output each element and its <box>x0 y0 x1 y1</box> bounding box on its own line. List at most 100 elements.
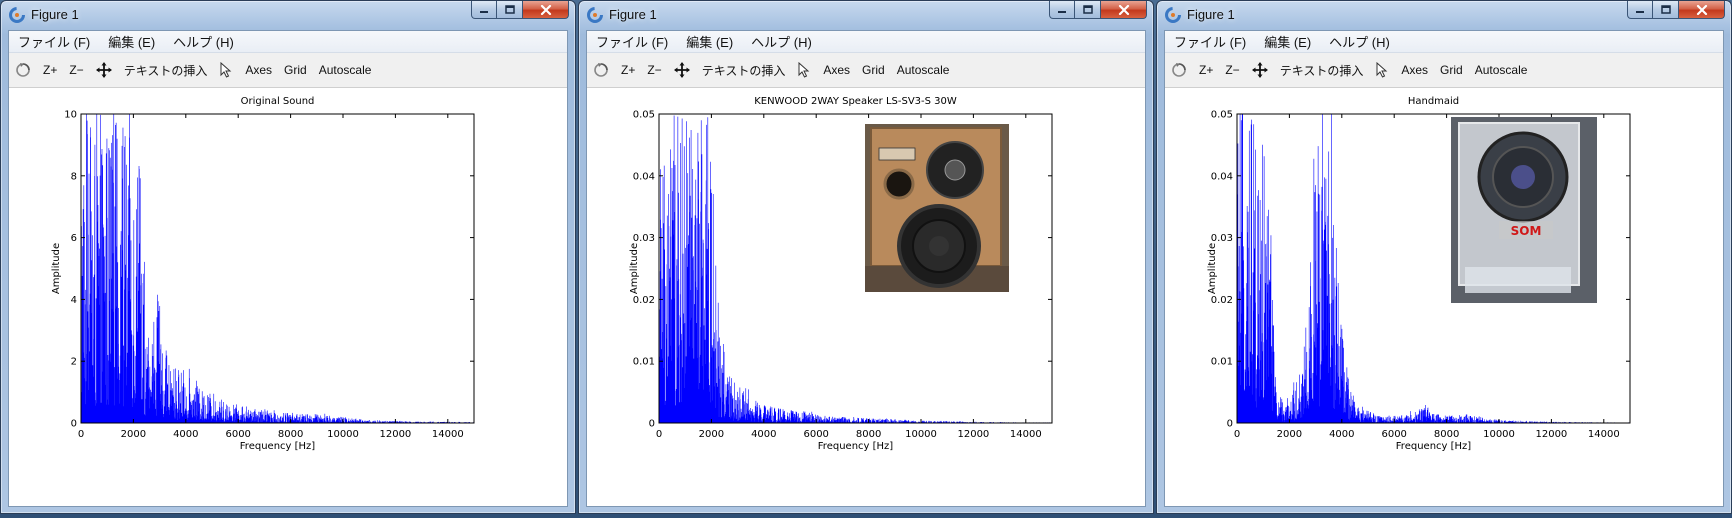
axes-button[interactable]: Axes <box>1395 58 1434 82</box>
octave-app-icon <box>9 7 25 23</box>
maximize-icon <box>1660 5 1671 14</box>
plot-canvas[interactable]: Handmaid 0 2000 4000 6000 8000 10000 12000 14000… <box>1165 88 1723 506</box>
menu-help[interactable]: ヘルプ (H) <box>1320 32 1399 51</box>
chart-title: KENWOOD 2WAY Speaker LS-SV3-S 30W <box>754 96 957 107</box>
window-titlebar[interactable]: Figure 1 <box>579 1 1153 29</box>
octave-app-icon <box>1165 7 1181 23</box>
grid-button[interactable]: Grid <box>856 58 891 82</box>
x-tick-label: 6000 <box>1381 429 1406 440</box>
pan-icon <box>1251 62 1268 78</box>
window-titlebar[interactable]: Figure 1 <box>1 1 575 29</box>
window-title: Figure 1 <box>609 7 657 22</box>
x-tick-label: 10000 <box>905 429 937 440</box>
menu-help[interactable]: ヘルプ (H) <box>164 32 243 51</box>
menu-file[interactable]: ファイル (F) <box>1165 32 1255 51</box>
maximize-icon <box>1082 5 1093 14</box>
menu-file[interactable]: ファイル (F) <box>587 32 677 51</box>
y-tick-label: 0.05 <box>1211 110 1233 121</box>
x-tick-label: 2000 <box>699 429 724 440</box>
menubar: ファイル (F) 編集 (E) ヘルプ (H) <box>1165 31 1723 53</box>
rotate-icon <box>594 63 608 77</box>
pan-icon <box>95 62 112 78</box>
x-tick-label: 0 <box>1234 429 1240 440</box>
x-tick-label: 12000 <box>379 429 411 440</box>
axes-button[interactable]: Axes <box>239 58 278 82</box>
zoom-in-button[interactable]: Z+ <box>615 58 641 82</box>
maximize-button[interactable] <box>1075 1 1101 19</box>
menu-edit[interactable]: 編集 (E) <box>677 32 742 51</box>
window-title: Figure 1 <box>31 7 79 22</box>
grid-button[interactable]: Grid <box>278 58 313 82</box>
x-axis-label: Frequency [Hz] <box>1396 441 1472 452</box>
kenwood-speaker-photo <box>865 124 1009 292</box>
zoom-out-button[interactable]: Z− <box>63 58 89 82</box>
menubar: ファイル (F) 編集 (E) ヘルプ (H) <box>587 31 1145 53</box>
x-tick-label: 8000 <box>278 429 303 440</box>
select-pointer-button[interactable] <box>791 58 817 82</box>
chart-title: Handmaid <box>1408 96 1459 107</box>
insert-text-button[interactable]: テキストの挿入 <box>696 58 792 82</box>
insert-text-button[interactable]: テキストの挿入 <box>1274 58 1370 82</box>
zoom-in-button[interactable]: Z+ <box>37 58 63 82</box>
caption-buttons <box>1049 1 1147 19</box>
figure-toolbar: Z+ Z− テキストの挿入 Axes Grid Autoscale <box>9 53 567 88</box>
autoscale-button[interactable]: Autoscale <box>891 58 956 82</box>
figure-window[interactable]: Figure 1 ファイル (F) 編集 (E) ヘルプ (H) Z+ Z− テキストの挿入… <box>0 0 576 514</box>
minimize-icon <box>1636 10 1644 13</box>
pan-icon <box>673 62 690 78</box>
rotate-button[interactable] <box>9 58 37 82</box>
menu-file[interactable]: ファイル (F) <box>9 32 99 51</box>
plot-canvas[interactable]: KENWOOD 2WAY Speaker LS-SV3-S 30W 0 2000 40… <box>587 88 1145 506</box>
x-axis-label: Frequency [Hz] <box>240 441 316 452</box>
figure-toolbar: Z+ Z− テキストの挿入 Axes Grid Autoscale <box>1165 53 1723 88</box>
spectrum-plot: Original Sound 0 2000 4000 6000 8000 10000 1200… <box>51 96 475 452</box>
rotate-button[interactable] <box>1165 58 1193 82</box>
y-tick-label: 2 <box>71 357 77 368</box>
zoom-in-button[interactable]: Z+ <box>1193 58 1219 82</box>
autoscale-button[interactable]: Autoscale <box>313 58 378 82</box>
zoom-out-button[interactable]: Z− <box>641 58 667 82</box>
close-icon <box>1696 4 1707 15</box>
figure-window[interactable]: Figure 1 ファイル (F) 編集 (E) ヘルプ (H) Z+ Z− テキストの挿入… <box>1156 0 1732 514</box>
select-pointer-button[interactable] <box>1369 58 1395 82</box>
zoom-out-button[interactable]: Z− <box>1219 58 1245 82</box>
pan-button[interactable] <box>1246 58 1274 82</box>
menu-help[interactable]: ヘルプ (H) <box>742 32 821 51</box>
x-tick-label: 12000 <box>957 429 989 440</box>
maximize-button[interactable] <box>497 1 523 19</box>
grid-button[interactable]: Grid <box>1434 58 1469 82</box>
x-tick-label: 0 <box>656 429 662 440</box>
figure-window[interactable]: Figure 1 ファイル (F) 編集 (E) ヘルプ (H) Z+ Z− テキストの挿入… <box>578 0 1154 514</box>
y-tick-label: 0.02 <box>1211 295 1233 306</box>
select-pointer-button[interactable] <box>213 58 239 82</box>
maximize-button[interactable] <box>1653 1 1679 19</box>
rotate-button[interactable] <box>587 58 615 82</box>
minimize-button[interactable] <box>1627 1 1653 19</box>
close-button[interactable] <box>523 1 569 19</box>
minimize-button[interactable] <box>1049 1 1075 19</box>
window-titlebar[interactable]: Figure 1 <box>1157 1 1731 29</box>
y-tick-label: 0.05 <box>633 110 655 121</box>
y-axis-label: Amplitude <box>1207 243 1218 294</box>
menu-edit[interactable]: 編集 (E) <box>1255 32 1320 51</box>
insert-text-button[interactable]: テキストの挿入 <box>118 58 214 82</box>
plot-canvas[interactable]: Original Sound 0 2000 4000 6000 8000 10000 1200… <box>9 88 567 506</box>
axes-button[interactable]: Axes <box>817 58 856 82</box>
x-tick-label: 2000 <box>1277 429 1302 440</box>
handmade-speaker-photo: SOM <box>1451 117 1597 303</box>
x-tick-label: 14000 <box>1010 429 1042 440</box>
autoscale-button[interactable]: Autoscale <box>1469 58 1534 82</box>
y-tick-label: 0 <box>71 419 77 430</box>
close-button[interactable] <box>1101 1 1147 19</box>
close-button[interactable] <box>1679 1 1725 19</box>
y-tick-label: 10 <box>64 110 77 121</box>
y-tick-label: 4 <box>71 295 77 306</box>
window-client: ファイル (F) 編集 (E) ヘルプ (H) Z+ Z− テキストの挿入 Axes Grid… <box>586 30 1146 507</box>
pan-button[interactable] <box>668 58 696 82</box>
x-tick-label: 4000 <box>1329 429 1354 440</box>
pan-button[interactable] <box>90 58 118 82</box>
y-tick-label: 0.01 <box>1211 357 1233 368</box>
y-tick-label: 6 <box>71 233 77 244</box>
minimize-button[interactable] <box>471 1 497 19</box>
menu-edit[interactable]: 編集 (E) <box>99 32 164 51</box>
